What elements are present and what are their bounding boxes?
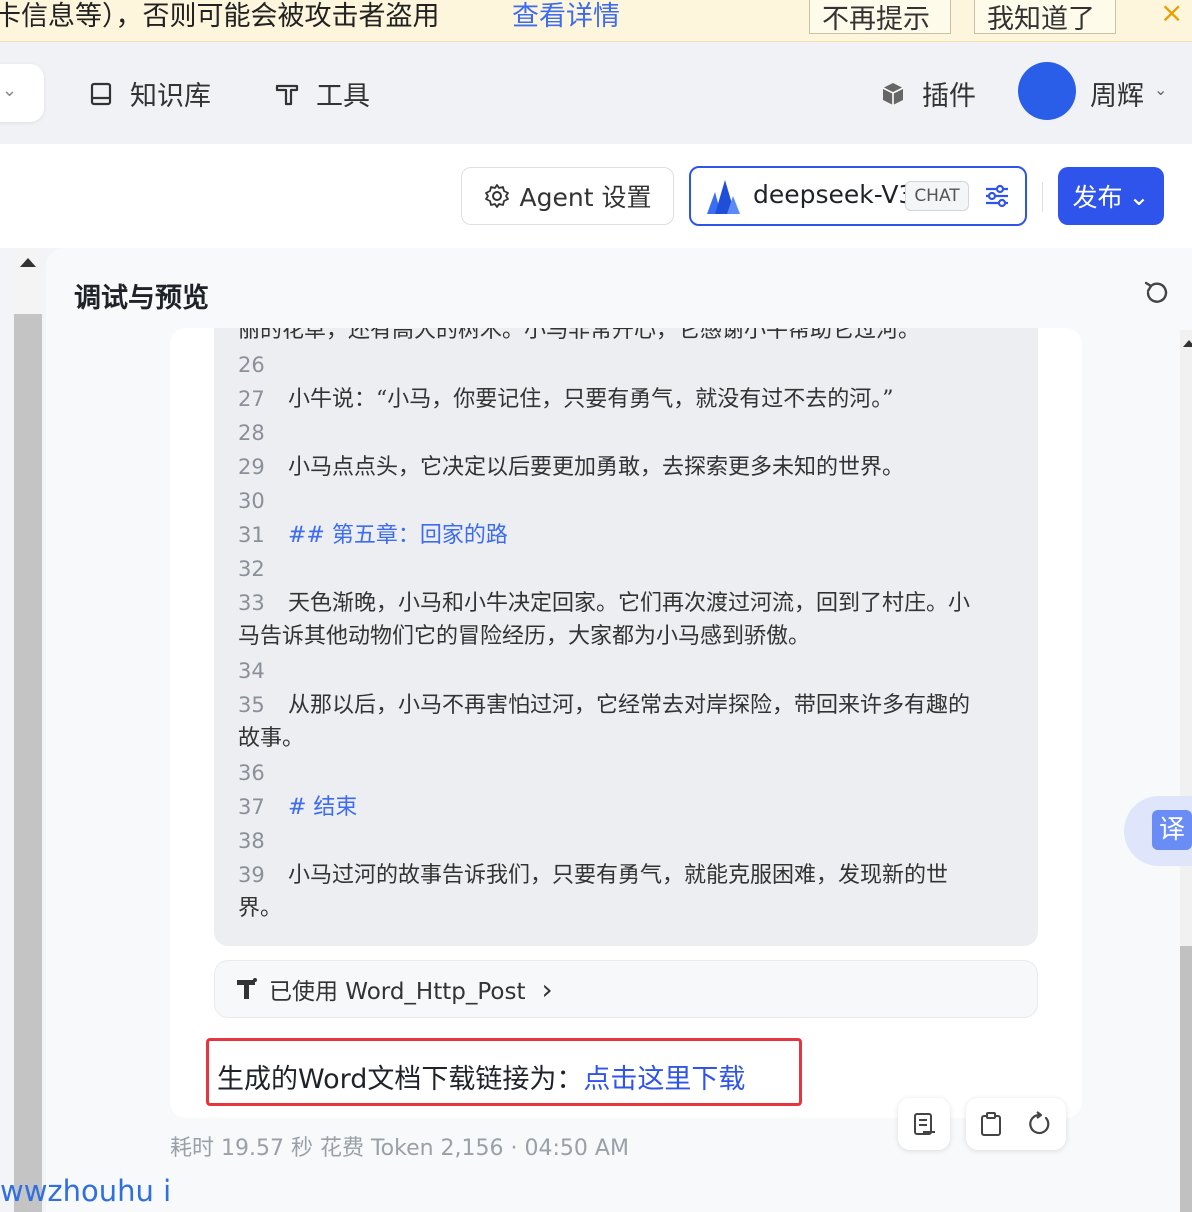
code-line: 38 (238, 829, 265, 853)
user-name[interactable]: 周辉 (1090, 74, 1144, 113)
code-line: 32 (238, 557, 265, 581)
code-line: 26 (238, 353, 265, 377)
highlighted-answer: 生成的Word文档下载链接为：点击这里下载 (206, 1038, 802, 1106)
tool-icon (237, 978, 257, 999)
reset-icon[interactable] (1142, 278, 1172, 308)
regenerate-icon[interactable] (1026, 1111, 1052, 1137)
got-it-button[interactable]: 我知道了 (974, 0, 1116, 35)
assistant-message-card: 丽的花草，还有高大的树木。小马非常开心，它感谢小牛帮助它过河。 26 27 小牛说… (170, 328, 1082, 1118)
nav-tools-label: 工具 (316, 81, 370, 112)
publish-label: 发布 (1072, 183, 1123, 212)
code-line-continuation: 界。 (238, 896, 283, 921)
chevron-down-icon: ⌄ (2, 80, 18, 101)
panel-title: 调试与预览 (74, 283, 209, 314)
download-link[interactable]: 点击这里下载 (583, 1064, 745, 1095)
dont-remind-button[interactable]: 不再提示 (809, 0, 951, 35)
code-line: 39 小马过河的故事告诉我们，只要有勇气，就能克服困难，发现新的世 (238, 863, 949, 888)
deepseek-logo-icon (707, 180, 740, 214)
scrollbar-thumb[interactable] (14, 314, 42, 1212)
translate-icon: 译 (1152, 810, 1192, 850)
watermark-text: wwzhouhu i (0, 1174, 172, 1208)
agent-settings-label: Agent 设置 (519, 183, 652, 212)
code-line: 27 小牛说：“小马，你要记住，只要有勇气，就没有过不去的河。” (238, 387, 894, 412)
clipboard-icon[interactable] (978, 1111, 1004, 1137)
workspace-dropdown[interactable]: ⌄ (0, 64, 44, 122)
message-meta: 耗时 19.57 秒 花费 Token 2,156 · 04:50 AM (170, 1136, 629, 1161)
copy-as-doc-button[interactable] (898, 1098, 950, 1150)
close-icon[interactable]: × (1160, 0, 1183, 29)
code-truncated-line: 丽的花草，还有高大的树木。小马非常开心，它感谢小牛帮助它过河。 (238, 328, 921, 343)
toolbar-divider (1042, 182, 1043, 212)
cube-icon (882, 82, 904, 105)
banner-message: 卡信息等），否则可能会被攻击者盗用 (0, 1, 440, 32)
top-navigation: ⌄ 知识库 工具 插件 周辉 ⌄ (0, 42, 1192, 144)
code-line: 34 (238, 659, 265, 683)
book-icon (90, 82, 112, 105)
tool-call-label: 已使用 Word_Http_Post (269, 979, 526, 1005)
code-line-heading: 31 ## 第五章：回家的路 (238, 523, 508, 548)
translate-float-button[interactable]: 译 (1124, 796, 1192, 866)
scrollbar-thumb[interactable] (1180, 946, 1192, 1212)
code-block: 丽的花草，还有高大的树木。小马非常开心，它感谢小牛帮助它过河。 26 27 小牛说… (214, 328, 1038, 946)
agent-settings-button[interactable]: Agent 设置 (461, 167, 674, 225)
model-selector[interactable]: deepseek-V3 CHAT (689, 166, 1027, 226)
tool-icon (275, 84, 299, 105)
code-line-continuation: 马告诉其他动物们它的冒险经历，大家都为小马感到骄傲。 (238, 624, 811, 649)
document-icon (914, 1113, 935, 1135)
nav-knowledge-label: 知识库 (130, 81, 211, 112)
message-actions (966, 1098, 1066, 1150)
nav-item-knowledge[interactable]: 知识库 (88, 74, 211, 113)
left-scrollbar[interactable] (14, 248, 42, 1212)
code-line: 30 (238, 489, 265, 513)
answer-text: 生成的Word文档下载链接为：点击这里下载 (217, 1064, 746, 1095)
chevron-right-icon: › (541, 972, 553, 1006)
code-line: 28 (238, 421, 265, 445)
debug-preview-panel: 调试与预览 丽的花草，还有高大的树木。小马非常开心，它感谢小牛帮助它过河。 26… (46, 248, 1192, 1212)
sliders-icon[interactable] (983, 182, 1011, 210)
avatar[interactable] (1018, 62, 1076, 120)
agent-toolbar: Agent 设置 deepseek-V3 CHAT 发布 ⌄ (0, 144, 1192, 248)
right-scrollbar[interactable] (1180, 330, 1192, 1212)
model-name: deepseek-V3 (753, 180, 915, 209)
tool-call-summary[interactable]: 已使用 Word_Http_Post › (214, 960, 1038, 1018)
security-warning-banner: 卡信息等），否则可能会被攻击者盗用 查看详情 不再提示 我知道了 × (0, 0, 1192, 42)
code-line: 35 从那以后，小马不再害怕过河，它经常去对岸探险，带回来许多有趣的 (238, 693, 971, 718)
view-details-link[interactable]: 查看详情 (512, 0, 620, 33)
code-line-continuation: 故事。 (238, 726, 305, 751)
nav-item-plugins[interactable]: 插件 (880, 74, 976, 113)
gear-icon (484, 184, 509, 208)
code-line: 33 天色渐晚，小马和小牛决定回家。它们再次渡过河流，回到了村庄。小 (238, 591, 971, 616)
model-type-badge: CHAT (905, 181, 969, 211)
code-line: 29 小马点点头，它决定以后要更加勇敢，去探索更多未知的世界。 (238, 455, 905, 480)
scroll-up-arrow-icon[interactable] (1183, 340, 1192, 347)
scroll-up-arrow-icon[interactable] (20, 258, 36, 267)
code-line: 36 (238, 761, 265, 785)
nav-plugins-label: 插件 (922, 81, 976, 112)
publish-button[interactable]: 发布 ⌄ (1058, 167, 1164, 225)
nav-item-tools[interactable]: 工具 (274, 74, 370, 113)
chevron-down-icon: ⌄ (1128, 181, 1150, 211)
chevron-down-icon[interactable]: ⌄ (1154, 80, 1167, 99)
code-line-heading: 37 # 结束 (238, 795, 358, 820)
